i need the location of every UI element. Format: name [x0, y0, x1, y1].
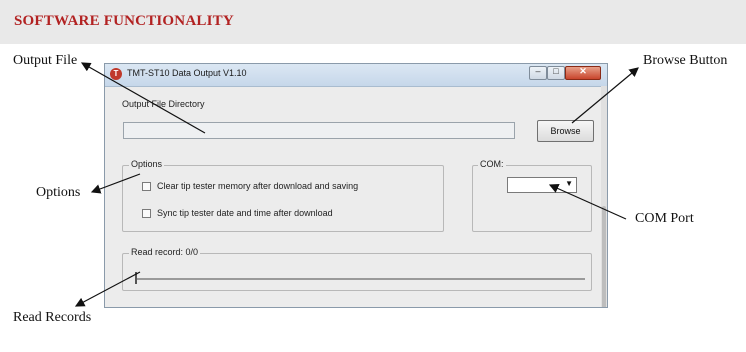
- arrow-options: [90, 173, 141, 194]
- arrow-read-records: [74, 271, 141, 307]
- annotation-arrows: [74, 62, 639, 307]
- arrow-com-port: [548, 184, 627, 220]
- arrow-browse-button: [571, 67, 639, 124]
- arrow-output-file: [80, 62, 206, 134]
